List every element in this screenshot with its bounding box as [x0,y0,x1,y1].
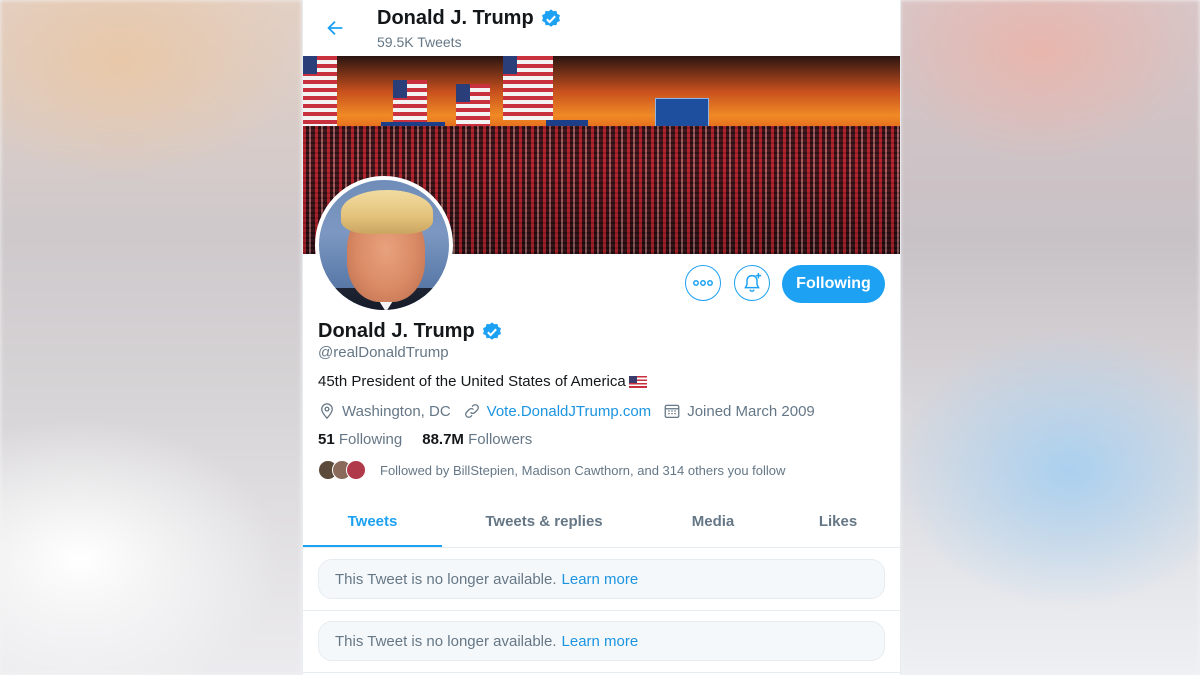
header-name: Donald J. Trump [377,7,534,29]
followers-stat[interactable]: 88.7M Followers [422,431,532,448]
unavailable-tweet-notice: This Tweet is no longer available. Learn… [318,559,885,599]
header-tweet-count: 59.5K Tweets [377,34,462,50]
active-tab-indicator [303,545,442,547]
tombstone-text: This Tweet is no longer available. [335,570,557,588]
more-dots-icon [693,280,713,286]
tweet-item: This Tweet is no longer available. Learn… [303,548,900,611]
verified-badge-icon [541,8,560,27]
blurred-background-left [0,0,302,675]
profile-avatar[interactable] [315,176,453,314]
profile-meta: Washington, DC Vote.DonaldJTrump.com Joi… [318,402,827,420]
website: Vote.DonaldJTrump.com [463,402,652,420]
following-label: Following [338,431,403,448]
tombstone-text: This Tweet is no longer available. [335,632,557,650]
follow-stats: 51 Following 88.7M Followers [318,431,532,448]
profile-header: Donald J. Trump 59.5K Tweets [303,0,900,56]
followers-count: 88.7M [422,431,464,448]
location-text: Washington, DC [342,402,451,420]
profile-name: Donald J. Trump [318,320,475,342]
flag-decoration [393,80,427,122]
profile-panel: Donald J. Trump 59.5K Tweets Following D… [302,0,901,675]
profile-tabs: Tweets Tweets & replies Media Likes [303,495,900,548]
following-stat[interactable]: 51 Following [318,431,402,448]
us-flag-emoji-icon [628,375,647,388]
profile-bio: 45th President of the United States of A… [318,373,647,390]
profile-handle: @realDonaldTrump [318,344,449,361]
back-button[interactable] [319,12,351,44]
followers-label: Followers [468,431,533,448]
link-icon [464,404,479,418]
flag-decoration [303,56,337,126]
followed-by-row[interactable]: Followed by BillStepien, Madison Cawthor… [318,460,785,480]
blurred-background-right [900,0,1200,675]
bell-plus-icon [744,272,762,292]
tab-likes[interactable]: Likes [793,495,883,547]
following-count: 51 [318,431,335,448]
flag-decoration [503,56,553,120]
stage-screen [655,98,709,128]
follower-avatar [346,460,366,480]
more-options-button[interactable] [685,265,721,301]
location: Washington, DC [318,402,451,420]
tab-tweets[interactable]: Tweets [303,495,442,547]
tab-tweets-replies[interactable]: Tweets & replies [463,495,625,547]
following-button[interactable]: Following [782,265,885,303]
profile-name-row: Donald J. Trump [318,320,503,343]
website-link[interactable]: Vote.DonaldJTrump.com [487,403,652,420]
notifications-button[interactable] [734,265,770,301]
learn-more-link[interactable]: Learn more [562,633,639,650]
verified-badge-icon [482,321,501,340]
back-arrow-icon [327,20,343,36]
bio-text: 45th President of the United States of A… [318,373,626,390]
learn-more-link[interactable]: Learn more [562,571,639,588]
calendar-icon [664,404,680,419]
joined-text: Joined March 2009 [687,402,815,420]
followed-by-text: Followed by BillStepien, Madison Cawthor… [380,462,786,478]
joined-date: Joined March 2009 [663,402,815,420]
tab-media[interactable]: Media [663,495,763,547]
tweet-item: This Tweet is no longer available. Learn… [303,610,900,673]
location-pin-icon [321,403,333,420]
header-name-row: Donald J. Trump [377,7,562,30]
unavailable-tweet-notice: This Tweet is no longer available. Learn… [318,621,885,661]
